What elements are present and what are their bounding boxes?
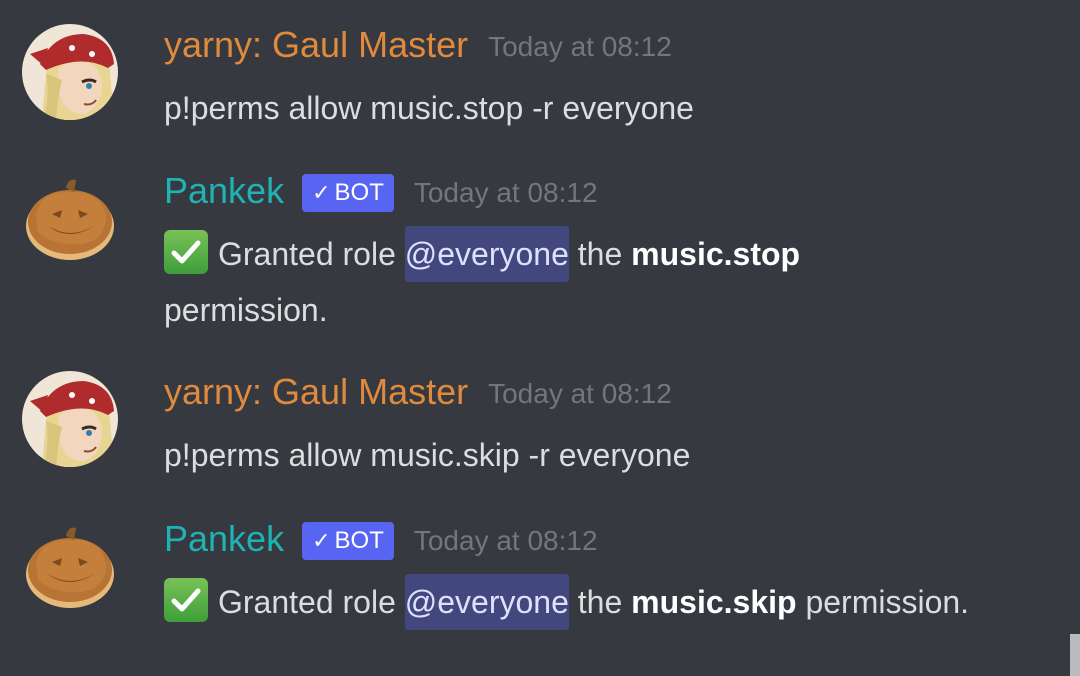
author-name[interactable]: yarny: Gaul Master — [164, 22, 468, 68]
content-text: Granted role — [218, 584, 396, 620]
message-content: Granted role @everyone the music.stop pe… — [164, 226, 1064, 338]
pumpkin-pancake-avatar — [26, 527, 114, 608]
bot-badge-label: BOT — [334, 179, 384, 206]
pumpkin-pancake-avatar — [26, 179, 114, 260]
bot-badge: ✓ BOT — [302, 174, 394, 212]
message-timestamp: Today at 08:12 — [413, 177, 598, 208]
message-header: Pankek ✓ BOT Today at 08:12 — [164, 168, 598, 214]
content-text: the — [577, 584, 623, 620]
content-text: permission. — [805, 584, 970, 620]
role-mention[interactable]: @everyone — [404, 574, 569, 630]
permission-name: music.stop — [631, 236, 801, 272]
verified-check-icon: ✓ — [312, 180, 331, 205]
message-header: yarny: Gaul Master Today at 08:12 — [164, 22, 672, 68]
bot-badge: ✓ BOT — [302, 522, 394, 560]
bot-badge-label: BOT — [334, 527, 384, 554]
message-content: p!perms allow music.stop -r everyone — [164, 90, 694, 126]
permission-name: music.skip — [631, 584, 797, 620]
content-text: permission. — [164, 292, 328, 328]
message: Pankek ✓ BOT Today at 08:12 Granted role… — [0, 516, 1060, 636]
white-check-mark-icon — [164, 230, 208, 274]
message-timestamp: Today at 08:12 — [488, 31, 672, 62]
message-header: yarny: Gaul Master Today at 08:12 — [164, 369, 672, 415]
bot-avatar[interactable] — [22, 518, 118, 614]
message-timestamp: Today at 08:12 — [488, 378, 672, 409]
author-name[interactable]: Pankek — [164, 516, 284, 562]
message: Pankek ✓ BOT Today at 08:12 Granted role… — [0, 168, 1060, 338]
user-avatar[interactable] — [22, 24, 118, 120]
anime-character-bandana-avatar — [22, 371, 118, 467]
verified-check-icon: ✓ — [312, 528, 331, 553]
message-content: Granted role @everyone the music.skip pe… — [164, 574, 1074, 630]
author-name[interactable]: Pankek — [164, 168, 284, 214]
role-mention[interactable]: @everyone — [404, 226, 569, 282]
message-header: Pankek ✓ BOT Today at 08:12 — [164, 516, 598, 562]
author-name[interactable]: yarny: Gaul Master — [164, 369, 468, 415]
message-timestamp: Today at 08:12 — [413, 525, 598, 556]
white-check-mark-icon — [164, 578, 208, 622]
bot-avatar[interactable] — [22, 170, 118, 266]
scrollbar-thumb[interactable] — [1070, 634, 1080, 676]
message: yarny: Gaul Master Today at 08:12 p!perm… — [0, 22, 1060, 132]
content-text: Granted role — [218, 236, 396, 272]
anime-character-bandana-avatar — [22, 24, 118, 120]
user-avatar[interactable] — [22, 371, 118, 467]
content-text: the — [577, 236, 623, 272]
chat-log: yarny: Gaul Master Today at 08:12 p!perm… — [0, 0, 1080, 676]
message-content: p!perms allow music.skip -r everyone — [164, 437, 691, 473]
message: yarny: Gaul Master Today at 08:12 p!perm… — [0, 369, 1060, 479]
